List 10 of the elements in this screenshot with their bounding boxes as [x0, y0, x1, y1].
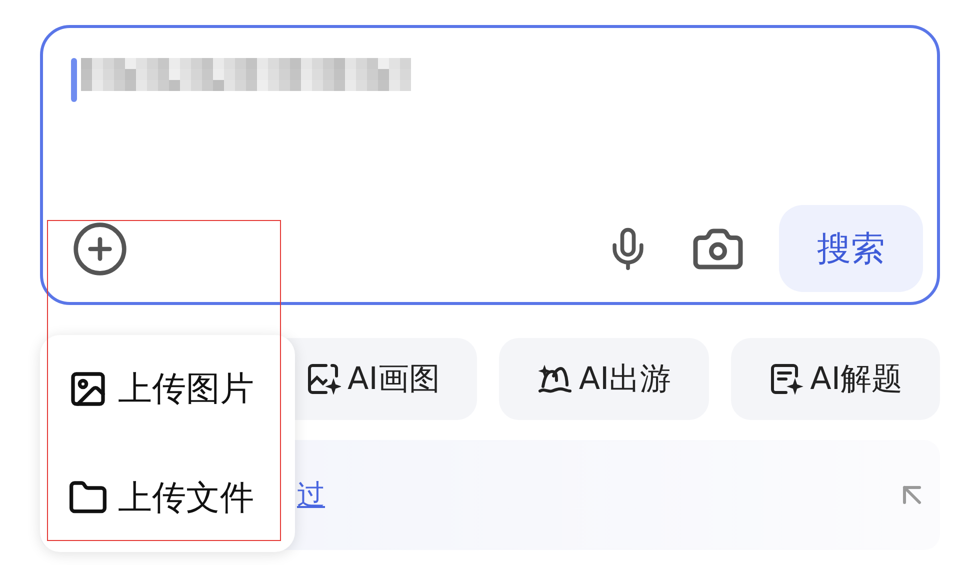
text-cursor [71, 58, 77, 102]
feature-chip[interactable]: AI解题 [730, 338, 940, 420]
document-sparkle-icon [768, 361, 804, 397]
search-box[interactable]: 搜索 [40, 25, 940, 305]
menu-item[interactable]: 上传文件 [68, 474, 295, 521]
feature-chip[interactable]: AI出游 [499, 338, 709, 420]
search-button[interactable]: 搜索 [779, 205, 923, 292]
suggestion-link[interactable]: 过 [297, 476, 894, 514]
add-icon[interactable] [71, 220, 129, 278]
image-sparkle-icon [305, 361, 342, 397]
